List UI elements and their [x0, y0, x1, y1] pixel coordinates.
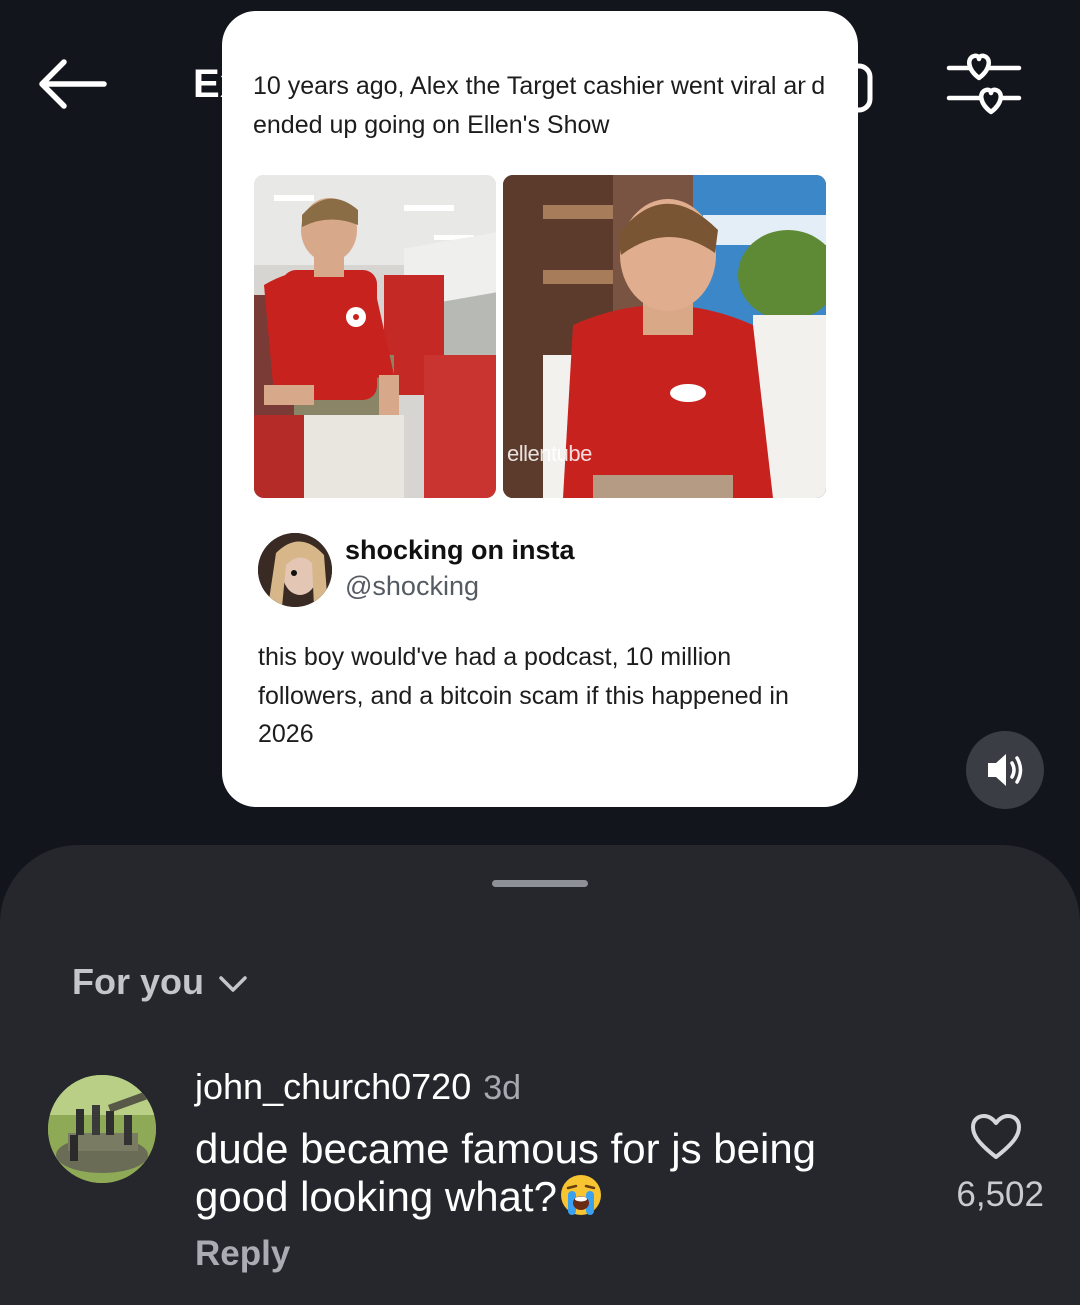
post-headline: 10 years ago, Alex the Target cashier we…	[253, 72, 826, 139]
post-card[interactable]: 10 years ago, Alex the Target cashier we…	[222, 11, 858, 807]
author-name[interactable]: shocking on insta	[345, 535, 575, 566]
comment-timestamp: 3d	[483, 1069, 522, 1107]
post-photo-store	[254, 175, 496, 498]
like-button[interactable]	[970, 1113, 1022, 1161]
arrow-left-icon	[39, 59, 107, 109]
like-count: 6,502	[956, 1175, 1044, 1214]
comment-text: dude became famous for js being good loo…	[195, 1125, 895, 1221]
loudly-crying-face-icon	[560, 1175, 601, 1215]
chevron-down-icon	[219, 976, 247, 992]
comment-username[interactable]: john_church0720	[195, 1066, 471, 1108]
heart-outline-icon	[971, 1114, 1021, 1159]
post-photo-ellen: ellentube	[503, 175, 826, 498]
ellentube-watermark: ellentube	[507, 441, 592, 466]
sheet-drag-handle[interactable]	[492, 880, 588, 887]
camera-icon	[805, 54, 873, 113]
comments-sheet: For you john_church0720 3d dude became f…	[0, 845, 1080, 1305]
back-button[interactable]	[36, 56, 108, 112]
volume-icon	[988, 754, 1023, 786]
comment-sort-dropdown[interactable]: For you	[72, 960, 248, 1004]
author-avatar[interactable]	[258, 533, 332, 607]
camera-button[interactable]	[802, 52, 876, 114]
heart-slider-filter-icon	[946, 53, 1022, 115]
commenter-avatar[interactable]	[48, 1075, 156, 1183]
author-handle[interactable]: @shocking	[345, 571, 479, 602]
comment-header: john_church0720 3d	[195, 1066, 521, 1108]
filter-button[interactable]	[945, 52, 1023, 120]
comment-text-content: dude became famous for js being good loo…	[195, 1125, 817, 1220]
post-body-text: this boy would've had a podcast, 10 mill…	[258, 643, 789, 748]
reply-button[interactable]: Reply	[195, 1234, 290, 1274]
sort-label: For you	[72, 961, 204, 1002]
volume-button[interactable]	[966, 731, 1044, 809]
